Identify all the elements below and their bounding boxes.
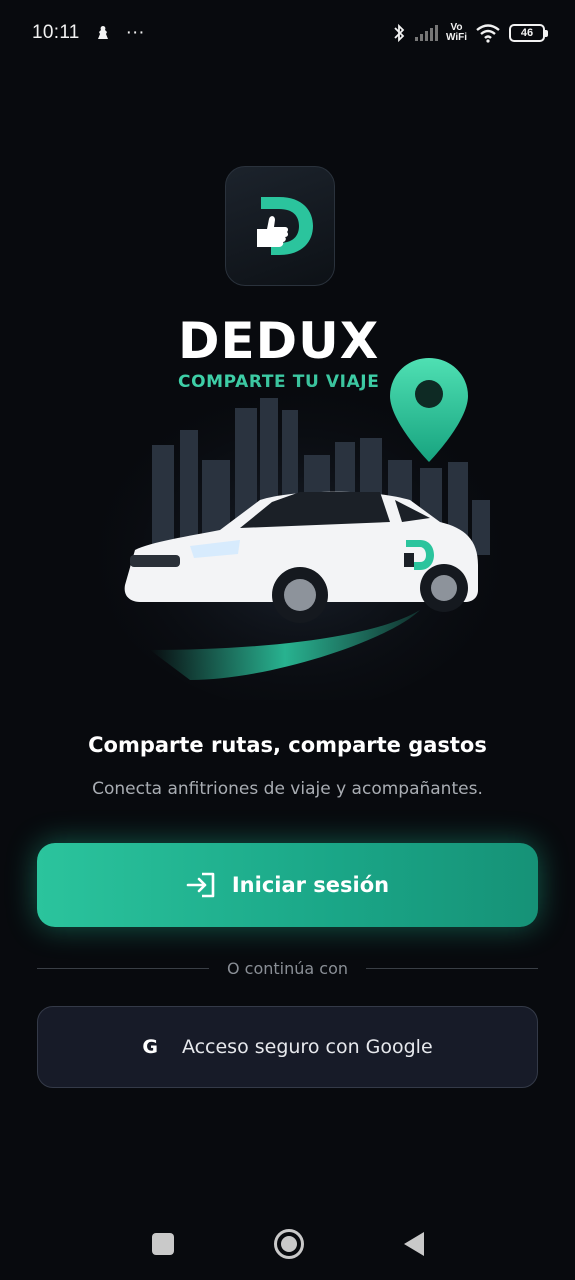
status-left: 10:11 ··· — [32, 22, 145, 44]
divider-line-right — [366, 967, 538, 969]
vowifi-bottom: WiFi — [445, 32, 467, 43]
wifi-icon — [475, 23, 501, 43]
system-nav-bar — [0, 1212, 575, 1276]
dedux-logo-icon — [243, 189, 317, 263]
headline: Comparte rutas, comparte gastos — [88, 733, 487, 757]
status-more: ··· — [125, 22, 145, 43]
back-icon[interactable] — [403, 1232, 424, 1256]
status-right: Vo WiFi 46 — [392, 23, 548, 43]
city-car-illustration — [90, 358, 510, 710]
or-divider: O continúa con — [37, 956, 538, 980]
divider-line-left — [37, 967, 209, 969]
google-icon: G — [142, 1036, 158, 1058]
battery-level: 46 — [520, 27, 534, 39]
signal-icon — [414, 24, 438, 42]
hero-illustration — [90, 350, 510, 710]
google-signin-button[interactable]: G Acceso seguro con Google — [37, 1006, 538, 1088]
login-button-label: Iniciar sesión — [231, 873, 390, 897]
app-logo-tile — [225, 166, 335, 286]
status-bar: 10:11 ··· Vo WiFi 46 — [0, 0, 575, 66]
subline: Conecta anfitriones de viaje y acompañan… — [92, 779, 483, 799]
divider-text: O continúa con — [226, 958, 349, 978]
vowifi-icon: Vo WiFi — [446, 23, 467, 43]
google-button-label: Acceso seguro con Google — [181, 1036, 433, 1058]
battery-icon: 46 — [509, 24, 548, 42]
login-button[interactable]: Iniciar sesión — [37, 843, 538, 927]
notification-icon — [94, 24, 112, 42]
login-icon — [186, 872, 216, 898]
bluetooth-icon — [392, 23, 406, 43]
status-time: 10:11 — [32, 22, 80, 43]
recents-icon[interactable] — [151, 1233, 174, 1255]
home-icon-dot — [280, 1236, 297, 1252]
home-icon[interactable] — [273, 1229, 304, 1259]
